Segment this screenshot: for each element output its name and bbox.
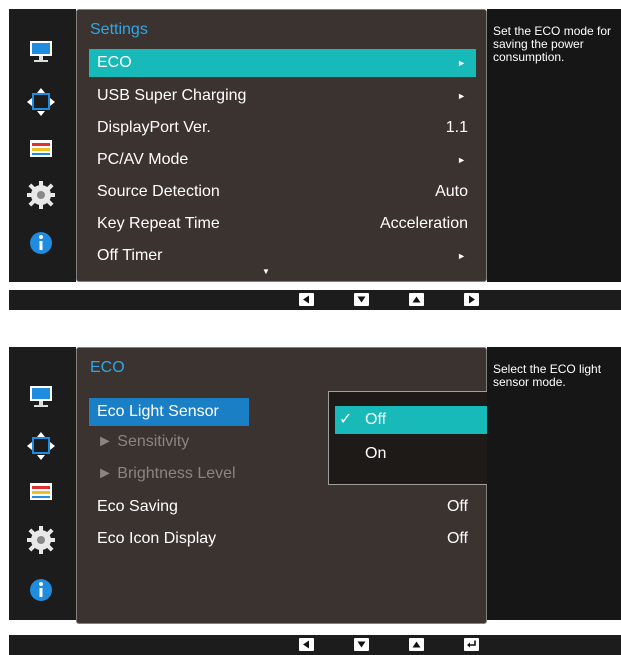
category-sidebar [9, 347, 76, 620]
navigation-bar [9, 290, 621, 310]
menu-item-label: DisplayPort Ver. [97, 119, 211, 136]
menu-item-value: 1.1 [445, 119, 468, 136]
left-arrow-icon [303, 640, 309, 649]
checkmark-icon: ✓ [339, 411, 353, 428]
menu-item-source-detection[interactable]: Source Detection Auto [89, 178, 476, 206]
down-button[interactable] [354, 638, 369, 651]
menu-item-value: Off [446, 530, 468, 547]
menu-item-value: Acceleration [379, 215, 468, 232]
menu-item-key-repeat-time[interactable]: Key Repeat Time Acceleration [89, 210, 476, 238]
submenu-arrow-icon: ► [457, 251, 466, 261]
navigation-bar [9, 635, 621, 655]
right-arrow-icon [469, 295, 475, 304]
option-label: On [365, 445, 387, 462]
eco-menu: ECO Eco Light Sensor ► Sensitivity ► Bri… [76, 347, 539, 624]
down-button[interactable] [354, 293, 369, 306]
down-arrow-icon [357, 641, 366, 648]
info-icon[interactable] [24, 575, 58, 605]
menu-item-label: PC/AV Mode [97, 151, 189, 168]
menu-item-eco-icon-display[interactable]: Eco Icon Display Off [89, 525, 476, 553]
menu-item-eco-saving[interactable]: Eco Saving Off [89, 493, 476, 521]
menu-item-label: ► Sensitivity [97, 433, 190, 450]
menu-title: ECO [90, 359, 125, 376]
menu-item-eco-light-sensor[interactable]: Eco Light Sensor [89, 398, 249, 426]
help-text: Set the ECO mode for saving the power co… [487, 9, 621, 282]
menu-item-displayport-ver[interactable]: DisplayPort Ver. 1.1 [89, 114, 476, 142]
gear-icon[interactable] [24, 180, 58, 210]
menu-item-label: Key Repeat Time [97, 215, 220, 232]
down-arrow-icon [357, 296, 366, 303]
up-button[interactable] [409, 638, 424, 651]
size-position-icon[interactable] [24, 87, 58, 117]
info-icon[interactable] [24, 228, 58, 258]
menu-item-off-timer[interactable]: Off Timer ► [89, 242, 476, 270]
settings-osd-panel: Settings ECO ► USB Super Charging ► Disp… [9, 9, 621, 310]
settings-menu: Settings ECO ► USB Super Charging ► Disp… [76, 9, 487, 282]
option-label: Off [365, 411, 387, 428]
color-settings-icon[interactable] [24, 477, 58, 507]
left-button[interactable] [299, 293, 314, 306]
menu-item-label: Source Detection [97, 183, 220, 200]
scroll-down-icon[interactable]: ▼ [262, 267, 270, 276]
menu-item-label: Eco Saving [97, 498, 178, 515]
menu-item-label: USB Super Charging [97, 87, 247, 104]
left-arrow-icon [303, 295, 309, 304]
menu-item-label: ► Brightness Level [97, 465, 236, 482]
color-settings-icon[interactable] [24, 134, 58, 164]
menu-item-label: Eco Icon Display [97, 530, 217, 547]
menu-item-pc-av-mode[interactable]: PC/AV Mode ► [89, 146, 476, 174]
right-button[interactable] [464, 293, 479, 306]
monitor-icon[interactable] [24, 382, 58, 412]
eco-osd-panel: ECO Eco Light Sensor ► Sensitivity ► Bri… [9, 347, 621, 655]
menu-item-usb-super-charging[interactable]: USB Super Charging ► [89, 82, 476, 110]
menu-item-value: Auto [435, 183, 468, 200]
menu-item-label: Off Timer [97, 247, 163, 264]
up-arrow-icon [412, 641, 421, 648]
menu-item-eco[interactable]: ECO ► [89, 49, 476, 77]
up-button[interactable] [409, 293, 424, 306]
enter-button[interactable] [464, 638, 479, 651]
size-position-icon[interactable] [24, 431, 58, 461]
submenu-arrow-icon: ► [457, 91, 466, 101]
menu-title: Settings [90, 21, 148, 38]
submenu-arrow-icon: ► [457, 155, 466, 165]
menu-item-label: ECO [97, 54, 132, 71]
menu-item-value: Off [446, 498, 468, 515]
category-sidebar [9, 9, 76, 282]
enter-icon [467, 640, 476, 648]
menu-item-label: Eco Light Sensor [97, 403, 219, 420]
monitor-icon[interactable] [24, 37, 58, 67]
left-button[interactable] [299, 638, 314, 651]
gear-icon[interactable] [24, 525, 58, 555]
up-arrow-icon [412, 296, 421, 303]
submenu-arrow-icon: ► [457, 58, 466, 68]
help-text: Select the ECO light sensor mode. [487, 347, 621, 620]
